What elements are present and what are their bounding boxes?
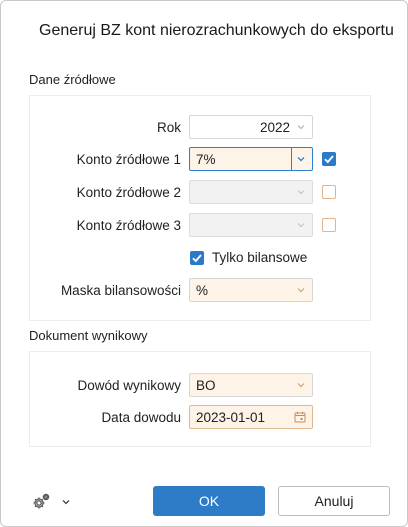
konto1-label: Konto źródłowe 1 (76, 152, 181, 167)
maska-label: Maska bilansowości (60, 283, 181, 298)
konto1-divider (291, 148, 292, 170)
tylko-bilansowe-checkbox[interactable] (190, 251, 204, 265)
checkmark-icon (192, 254, 202, 263)
konto1-select[interactable]: 7% (189, 147, 313, 171)
chevron-down-icon (62, 500, 70, 505)
gear-icon (33, 493, 50, 509)
konto2-checkbox[interactable] (322, 185, 336, 199)
result-panel (29, 351, 371, 447)
dowod-value: BO (196, 378, 216, 393)
data-label: Data dowodu (101, 410, 181, 425)
konto3-select[interactable] (189, 213, 313, 237)
settings-menu-button[interactable] (31, 491, 73, 513)
dialog-title: Generuj BZ kont nierozrachunkowych do ek… (39, 22, 394, 39)
chevron-down-icon (297, 125, 305, 130)
rok-label: Rok (156, 120, 181, 135)
data-value: 2023-01-01 (196, 410, 266, 425)
tylko-bilansowe-label: Tylko bilansowe (212, 250, 308, 265)
dowod-label: Dowód wynikowy (77, 378, 181, 393)
chevron-down-icon (297, 190, 305, 195)
section-label-source: Dane źródłowe (29, 72, 116, 87)
konto2-select[interactable] (189, 180, 313, 204)
checkmark-icon (324, 155, 334, 164)
chevron-down-icon (297, 383, 305, 388)
konto1-value: 7% (196, 152, 216, 167)
konto2-label: Konto źródłowe 2 (76, 185, 181, 200)
maska-value: % (196, 283, 209, 298)
konto3-checkbox[interactable] (322, 218, 336, 232)
cancel-button[interactable]: Anuluj (278, 486, 390, 516)
maska-select[interactable]: % (189, 278, 313, 302)
dowod-select[interactable]: BO (189, 373, 313, 397)
rok-value: 2022 (259, 120, 290, 135)
chevron-down-icon (297, 223, 305, 228)
rok-select[interactable]: 2022 (189, 115, 313, 139)
dialog-window: Generuj BZ kont nierozrachunkowych do ek… (0, 0, 408, 527)
data-dowodu-input[interactable]: 2023-01-01 (189, 405, 313, 429)
konto1-checkbox[interactable] (322, 152, 336, 166)
ok-button[interactable]: OK (153, 486, 265, 516)
chevron-down-icon (297, 157, 305, 162)
konto3-label: Konto źródłowe 3 (76, 218, 181, 233)
section-label-result: Dokument wynikowy (29, 328, 148, 343)
calendar-icon[interactable] (294, 411, 306, 423)
chevron-down-icon (297, 288, 305, 293)
